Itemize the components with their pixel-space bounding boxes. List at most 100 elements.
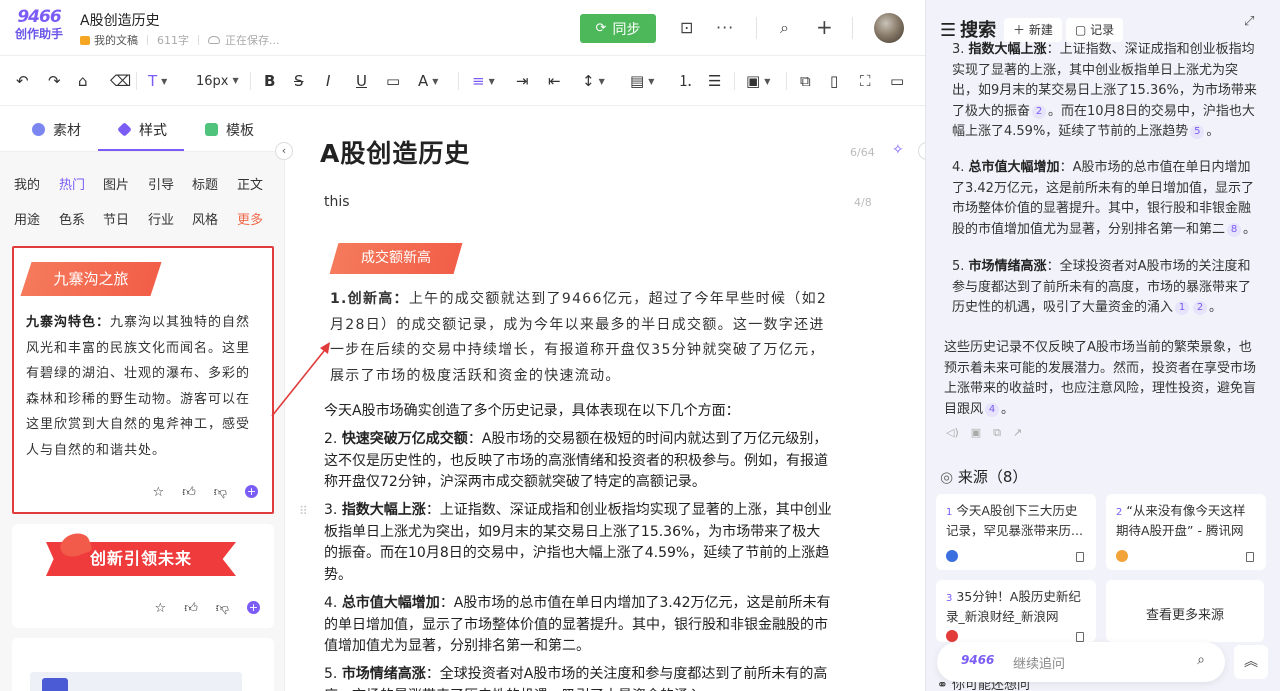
speaker-icon[interactable]: ◁): [946, 426, 959, 440]
drag-handle-icon[interactable]: ⠿: [299, 504, 308, 518]
share-icon[interactable]: ↗: [1013, 426, 1022, 440]
document-subtitle[interactable]: this: [324, 194, 350, 210]
citation-badge[interactable]: 2: [1193, 301, 1208, 315]
citation-badge[interactable]: 2: [1032, 104, 1047, 119]
indent-icon[interactable]: ⇥: [516, 70, 529, 92]
list-item[interactable]: 2. 快速突破万亿成交额：A股市场的交易额在极短的时间内就达到了万亿元级别，这不…: [324, 429, 834, 494]
source-number: 2: [1116, 507, 1123, 518]
font-color-dropdown[interactable]: A ▼: [418, 70, 438, 92]
source-card[interactable]: 1 今天A股创下三大历史记录，罕见暴涨带来历...: [936, 494, 1096, 570]
panel-tabs: 素材 样式 模板: [0, 106, 285, 152]
line-height-dropdown[interactable]: ↕ ▼: [582, 70, 605, 92]
citation-badge[interactable]: 1: [1175, 301, 1190, 315]
format-painter-icon[interactable]: ⌂: [78, 70, 88, 92]
ordered-list-icon[interactable]: ⒈: [678, 70, 693, 92]
add-icon[interactable]: +: [816, 16, 833, 38]
save-icon[interactable]: ▣: [971, 426, 981, 440]
intro-paragraph[interactable]: 今天A股市场确实创造了多个历史记录，具体表现在以下几个方面：: [324, 401, 834, 423]
scroll-top-button[interactable]: ︽: [1234, 645, 1268, 679]
search-icon[interactable]: ⌕: [780, 16, 789, 40]
list-item[interactable]: 4. 总市值大幅增加：A股市场的总市值在单日内增加了3.42万亿元，这是前所未有…: [324, 593, 834, 658]
citation-badge[interactable]: 8: [1227, 222, 1242, 237]
menu-icon[interactable]: ☰: [940, 20, 956, 41]
strikethrough-icon[interactable]: S: [294, 70, 304, 92]
citation-badge[interactable]: 5: [1190, 125, 1205, 139]
category-heading[interactable]: 标题: [192, 174, 218, 193]
magic-wand-icon[interactable]: ✧: [892, 142, 904, 158]
font-size-dropdown[interactable]: 16px ▼: [196, 70, 239, 92]
sync-button[interactable]: ⟳ 同步: [580, 14, 656, 43]
comment-icon[interactable]: ▭: [386, 70, 400, 92]
text-style-dropdown[interactable]: T ▼: [148, 70, 167, 92]
copy-icon[interactable]: ⧉: [993, 426, 1001, 440]
copy-icon[interactable]: ⧉: [800, 70, 811, 92]
mobile-preview-icon[interactable]: ▯: [830, 70, 838, 92]
style-card-selected[interactable]: 九寨沟之旅 九寨沟特色：九寨沟以其独特的自然风光和丰富的民族文化而闻名。这里有碧…: [12, 246, 274, 514]
category-hot[interactable]: 热门: [59, 174, 85, 193]
history-button[interactable]: ▢ 记录: [1066, 18, 1124, 42]
category-color[interactable]: 色系: [59, 209, 85, 228]
follow-up-input[interactable]: 9466 继续追问 ⌕: [937, 642, 1225, 682]
source-card[interactable]: 2 “从来没有像今天这样期待A股开盘” - 腾讯网: [1106, 494, 1266, 570]
bold-icon[interactable]: B: [264, 70, 275, 92]
style-card[interactable]: 创新引领未来 ☆ 👍︎ 👎︎ +: [12, 524, 274, 628]
source-card[interactable]: 3 35分钟！A股历史新纪录_新浪财经_新浪网: [936, 580, 1096, 642]
style-panel: 素材 样式 模板 我的 热门 图片 引导 标题 正文 用途 色系 节日 行业 风…: [0, 106, 285, 691]
category-holiday[interactable]: 节日: [103, 209, 129, 228]
section-banner-text: 成交额新高: [361, 250, 431, 266]
expand-icon[interactable]: ⤢: [1244, 14, 1254, 29]
category-mine[interactable]: 我的: [14, 174, 40, 193]
folder-name[interactable]: 我的文稿: [94, 32, 138, 48]
app-logo[interactable]: 9466 创作助手: [14, 9, 64, 41]
bookmark-icon[interactable]: [1246, 552, 1254, 562]
doc-title[interactable]: A股创造历史: [80, 10, 160, 30]
thumbs-down-icon[interactable]: 👎︎: [214, 485, 227, 500]
more-icon[interactable]: ···: [716, 16, 734, 40]
list-item[interactable]: 5. 市场情绪高涨：全球投资者对A股市场的关注度和参与度都达到了前所未有的高度。…: [324, 664, 834, 691]
tab-materials[interactable]: 素材: [32, 120, 81, 140]
thumbs-up-icon[interactable]: 👍︎: [184, 601, 198, 616]
header: 9466 创作助手 A股创造历史 我的文稿 611字 正在保存... ⟳ 同步 …: [0, 0, 925, 56]
bookmark-icon[interactable]: [1076, 632, 1084, 642]
bookmark-icon[interactable]: ⊡: [680, 16, 693, 40]
tab-styles[interactable]: 样式: [117, 120, 167, 140]
new-button[interactable]: ＋ 新建: [1004, 18, 1062, 42]
styled-paragraph[interactable]: 1.创新高：上午的成交额就达到了9466亿元，超过了今年早些时候（如2月28日）…: [330, 287, 828, 389]
document-title[interactable]: A股创造历史: [320, 134, 470, 170]
thumbs-down-icon[interactable]: 👎︎: [216, 601, 229, 616]
tab-templates[interactable]: 模板: [205, 120, 254, 140]
category-image[interactable]: 图片: [103, 174, 129, 193]
align-dropdown[interactable]: ≡ ▼: [472, 70, 495, 92]
list-item[interactable]: 3. 指数大幅上涨：上证指数、深证成指和创业板指均实现了显著的上涨，其中创业板指…: [324, 500, 834, 586]
search-icon[interactable]: ⌕: [1197, 652, 1205, 668]
category-more[interactable]: 更多: [237, 209, 263, 228]
category-usage[interactable]: 用途: [14, 209, 40, 228]
underline-icon[interactable]: U: [356, 70, 367, 92]
desktop-preview-icon[interactable]: ▭: [890, 70, 904, 92]
avatar[interactable]: [874, 13, 904, 43]
add-icon[interactable]: +: [247, 601, 260, 614]
category-body[interactable]: 正文: [237, 174, 263, 193]
style-card[interactable]: [12, 638, 274, 691]
star-icon[interactable]: ☆: [153, 485, 165, 500]
add-icon[interactable]: +: [245, 485, 258, 498]
category-industry[interactable]: 行业: [148, 209, 174, 228]
italic-icon[interactable]: I: [326, 70, 330, 92]
undo-icon[interactable]: ↶: [16, 70, 29, 92]
screenshot-icon[interactable]: ⛶: [860, 70, 871, 92]
editor[interactable]: A股创造历史 6/64 ✧ this 4/8 成交额新高 1.创新高：上午的成交…: [286, 106, 925, 691]
thumbs-up-icon[interactable]: 👍︎: [182, 485, 196, 500]
item-number: 4.: [324, 595, 342, 611]
paragraph-dropdown[interactable]: ▤ ▼: [630, 70, 654, 92]
category-guide[interactable]: 引导: [148, 174, 174, 193]
category-style[interactable]: 风格: [192, 209, 218, 228]
citation-badge[interactable]: 4: [985, 402, 1000, 417]
eraser-icon[interactable]: ⌫: [110, 70, 131, 92]
outdent-icon[interactable]: ⇤: [548, 70, 561, 92]
redo-icon[interactable]: ↷: [48, 70, 61, 92]
bullet-list-icon[interactable]: ☰: [708, 70, 721, 92]
bookmark-icon[interactable]: [1076, 552, 1084, 562]
image-dropdown[interactable]: ▣ ▼: [746, 70, 770, 92]
star-icon[interactable]: ☆: [155, 601, 167, 616]
more-sources-button[interactable]: 查看更多来源: [1106, 580, 1264, 642]
